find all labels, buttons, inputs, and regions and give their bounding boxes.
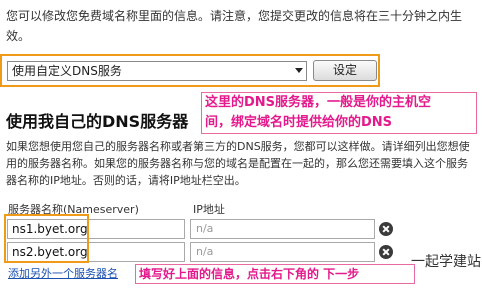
chevron-down-icon[interactable] [295,68,303,73]
dns-mode-select[interactable]: 使用自定义DNS服务 [7,61,307,81]
ip-input-1[interactable]: n/a [190,219,375,239]
dns-mode-highlight: 使用自定义DNS服务 设定 [0,54,380,87]
nameserver-highlight [4,214,89,263]
section-title: 使用我自己的DNS服务器 [6,112,189,131]
ip-column-header: IP地址 [193,203,225,216]
watermark: 一起学建站 [411,254,481,270]
intro-text: 您可以修改您免费域名称里面的信息。请注意，您提交更改的信息将在三十分钟之内生效。 [6,9,463,43]
annotation-dns-note-line1: 这里的DNS服务器，一般是你的主机空 [205,95,432,110]
ip-input-2[interactable]: n/a [190,242,375,262]
annotation-dns-note: 这里的DNS服务器，一般是你的主机空 间，绑定域名时提供给你的DNS [201,92,477,134]
dns-description: 如果您想使用您自己的服务器名称或者第三方的DNS服务，您都可以这样做。请详细列出… [6,140,470,187]
set-button[interactable]: 设定 [313,60,377,81]
add-nameserver-link[interactable]: 添加另外一个服务器名 [8,265,118,281]
delete-row-1-icon[interactable] [379,222,393,236]
delete-row-2-icon[interactable] [379,245,393,259]
annotation-dns-note-line2: 间，绑定域名时提供给你的DNS [205,115,393,130]
annotation-next-step: 填写好上面的信息，点击右下角的 下一步 [135,264,415,284]
dns-mode-selected-value: 使用自定义DNS服务 [12,64,122,78]
